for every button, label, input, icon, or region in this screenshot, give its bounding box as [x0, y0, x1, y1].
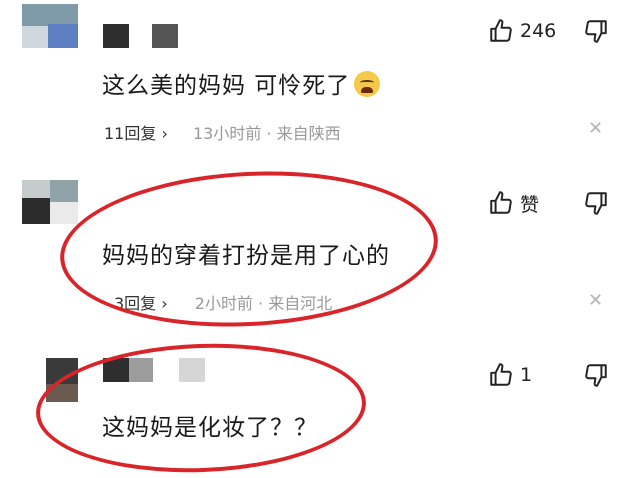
like-count: 1	[520, 364, 533, 386]
thumbs-up-icon	[490, 191, 512, 214]
comment-meta: 11回复 › 13小时前 · 来自陕西	[104, 120, 341, 144]
comment-text-content: 这么美的妈妈 可怜死了	[102, 73, 351, 99]
thumbs-down-icon[interactable]	[583, 362, 609, 388]
thumbs-up-icon	[490, 19, 512, 42]
like-count: 246	[520, 20, 557, 42]
thumbs-down-icon[interactable]	[583, 190, 609, 216]
replies-count: 11回复	[104, 124, 157, 143]
like-button[interactable]: 1	[488, 360, 532, 390]
chevron-right-icon: ›	[161, 124, 168, 143]
close-icon[interactable]: ✕	[588, 290, 603, 311]
comment-text: 这么美的妈妈 可怜死了	[102, 66, 381, 100]
avatar[interactable]	[22, 180, 78, 224]
thumbs-down-icon[interactable]	[583, 18, 609, 44]
like-label: 赞	[520, 193, 540, 216]
avatar[interactable]	[22, 4, 78, 48]
like-button[interactable]: 246	[488, 16, 556, 46]
replies-link[interactable]: 11回复 ›	[104, 124, 168, 143]
close-icon[interactable]: ✕	[588, 118, 603, 139]
like-button[interactable]: 赞	[488, 188, 539, 218]
timestamp-location: 13小时前 · 来自陕西	[192, 124, 341, 143]
thumbs-up-icon	[490, 363, 512, 386]
crying-face-emoji	[354, 71, 381, 97]
comment-1: 246 这么美的妈妈 可怜死了 11回复 › 13小时前 · 来自陕西 ✕	[0, 0, 640, 150]
